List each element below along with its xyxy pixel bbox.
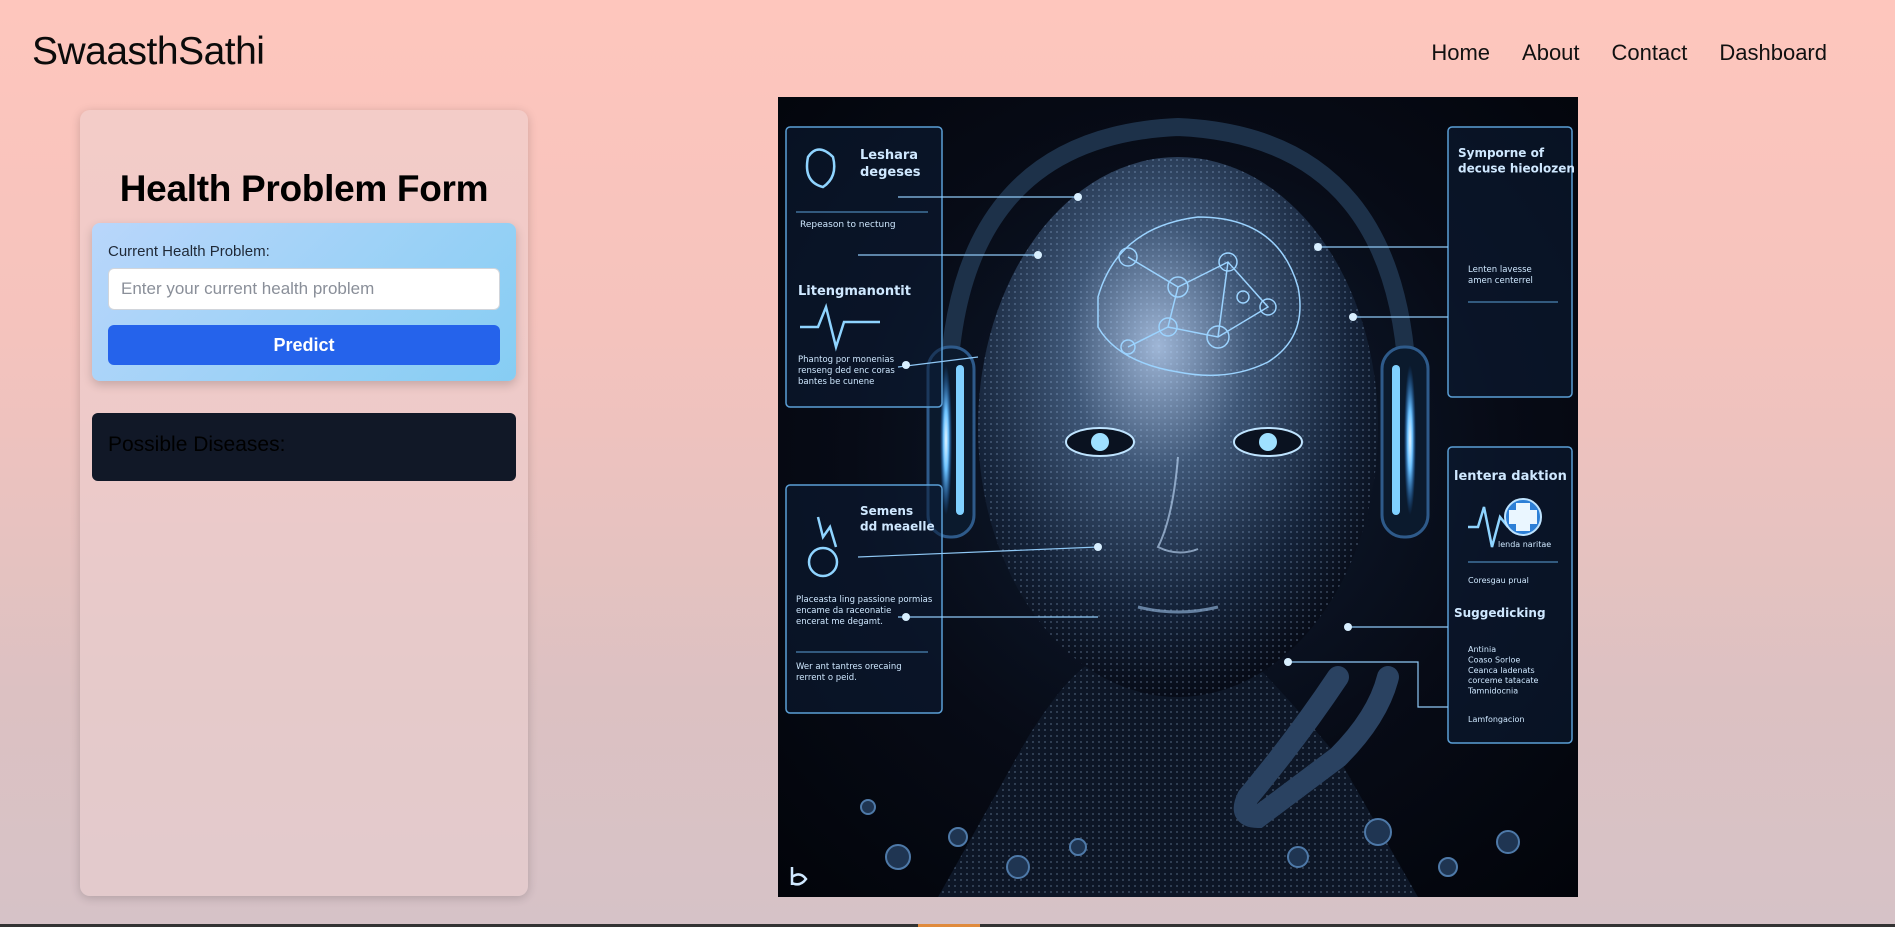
- hud-title-5: lentera daktion: [1454, 469, 1567, 484]
- hud-text-line: bantes be cunene: [798, 377, 874, 387]
- hud-text-line: Ceanca ladenats: [1468, 666, 1535, 675]
- hud-text-line: rerrent o peid.: [796, 673, 857, 683]
- hud-title-1: Leshara degeses: [860, 148, 921, 180]
- hud-title-6: Suggedicking: [1454, 606, 1546, 620]
- hud-caption-5: lenda naritae: [1498, 540, 1551, 549]
- nav-contact-link[interactable]: Contact: [1612, 40, 1688, 66]
- hud-text-line: degeses: [860, 165, 921, 180]
- ai-face-illustration: Leshara degeses Repeason to nectung Liten…: [785, 117, 1575, 897]
- hud-text-line: renseng ded enc coras: [798, 366, 895, 376]
- hud-caption-1: Repeason to nectung: [800, 220, 896, 230]
- hud-text-line: encerat me degamt.: [796, 617, 883, 627]
- hud-text-line: Tamnidocnia: [1467, 687, 1518, 696]
- hud-text-line: decuse hieolozen: [1458, 162, 1575, 176]
- hud-footer-6: Lamfongacion: [1468, 715, 1525, 724]
- hud-text-line: corceme tatacate: [1468, 676, 1539, 685]
- ai-health-hero-image: Leshara degeses Repeason to nectung Liten…: [778, 97, 1578, 897]
- health-form-card: Health Problem Form Current Health Probl…: [80, 110, 528, 896]
- watermark-logo: [790, 867, 808, 886]
- hud-text-line: amen centerrel: [1468, 276, 1533, 286]
- hud-sub-5: Coresgau prual: [1468, 576, 1529, 585]
- hud-panel-suggestions: [1447, 446, 1573, 744]
- brand-logo[interactable]: SwaasthSathi: [32, 30, 265, 74]
- hud-text-line: encame da raceonatie: [796, 606, 891, 616]
- form-title: Health Problem Form: [119, 168, 489, 209]
- hud-title-2: Litengmanontit: [798, 284, 911, 299]
- main-nav: Home About Contact Dashboard: [1431, 40, 1827, 66]
- hud-body-3: Lenten lavesse amen centerrel: [1468, 265, 1533, 286]
- nav-home-link[interactable]: Home: [1431, 40, 1490, 66]
- hud-text-line: dd meaelle: [860, 520, 935, 534]
- possible-diseases-panel: Possible Diseases:: [92, 413, 516, 481]
- nav-about-link[interactable]: About: [1522, 40, 1580, 66]
- medical-cross-icon: [1504, 498, 1542, 536]
- health-problem-label: Current Health Problem:: [108, 243, 270, 260]
- nav-dashboard-link[interactable]: Dashboard: [1719, 40, 1827, 66]
- predict-button[interactable]: Predict: [108, 325, 500, 365]
- health-problem-input[interactable]: [108, 268, 500, 310]
- hud-text-line: Coaso Sorloe: [1468, 655, 1520, 664]
- health-problem-form: Current Health Problem: Predict: [92, 223, 516, 381]
- possible-diseases-title: Possible Diseases:: [108, 433, 286, 456]
